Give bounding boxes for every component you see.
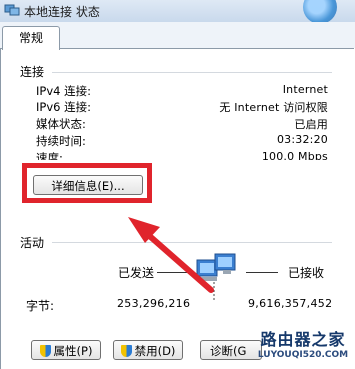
disable-button[interactable]: 禁用(D) [113,340,183,360]
properties-button-label: 属性(P) [53,344,93,358]
pointer-arrow [128,217,214,293]
watermark-sub: LUYOUQI520.COM [257,350,349,360]
shield-icon [39,345,51,357]
site-watermark: 路由器之家 LUYOUQI520.COM [253,326,353,360]
shield-icon [120,345,132,357]
properties-button[interactable]: 属性(P) [31,340,101,360]
tab-general[interactable]: 常规 [2,26,60,50]
watermark-main: 路由器之家 [260,330,346,349]
disable-button-label: 禁用(D) [134,344,176,358]
